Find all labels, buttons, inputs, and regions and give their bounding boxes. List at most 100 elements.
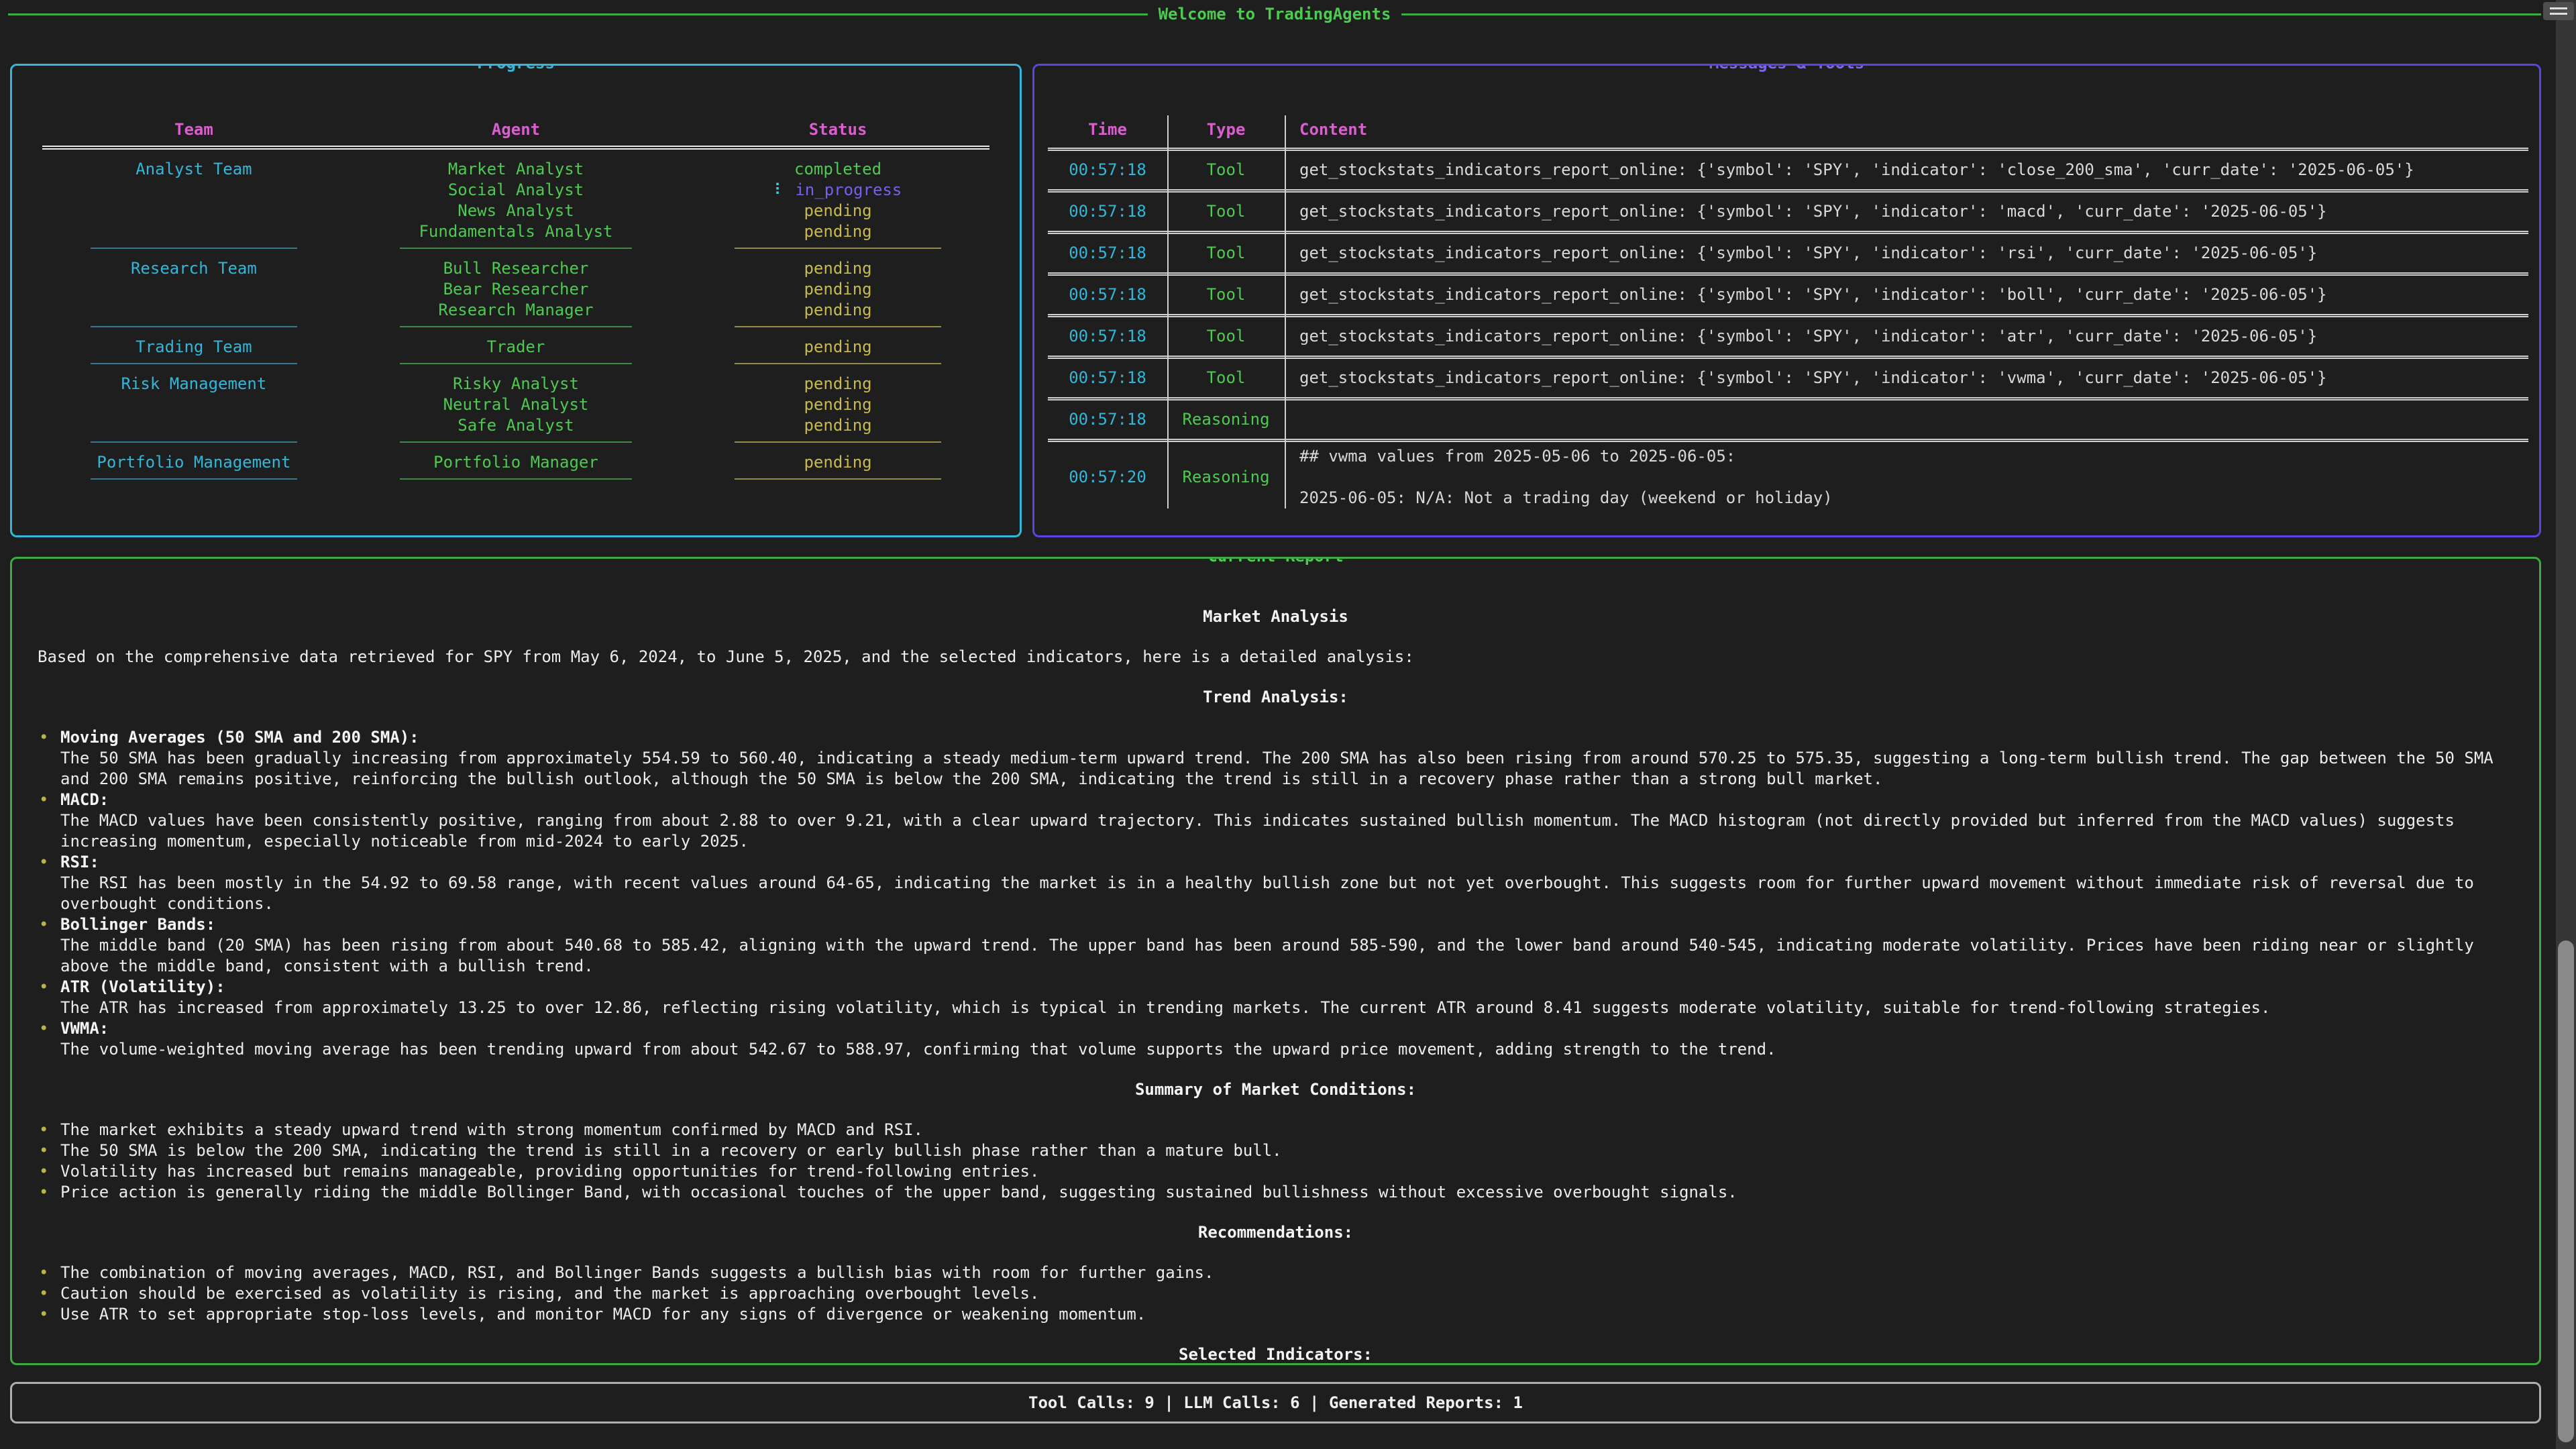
separator-line bbox=[91, 326, 297, 327]
report-bullet: •The 50 SMA is below the 200 SMA, indica… bbox=[38, 1140, 2514, 1161]
bullet-body: VWMA:The volume-weighted moving average … bbox=[60, 1018, 2514, 1060]
status-cell: pending bbox=[686, 452, 989, 473]
scrollbar-thumb[interactable] bbox=[2558, 941, 2574, 1442]
bullet-icon: • bbox=[38, 852, 60, 914]
status-cell: pending bbox=[686, 337, 989, 358]
bullet-text: Caution should be exercised as volatilit… bbox=[60, 1283, 2514, 1304]
message-row: 00:57:18Toolget_stockstats_indicators_re… bbox=[1048, 317, 2528, 356]
content-line: get_stockstats_indicators_report_online:… bbox=[1299, 243, 2528, 264]
agent-cell: Portfolio Manager bbox=[345, 452, 686, 473]
column-header-type: Type bbox=[1167, 119, 1285, 148]
type-cell: Tool bbox=[1167, 243, 1285, 264]
status-label: in_progress bbox=[795, 180, 902, 199]
agent-cell: Bear Researcher bbox=[345, 279, 686, 300]
bullet-text: Price action is generally riding the mid… bbox=[60, 1182, 2514, 1203]
progress-panel-title: Progress bbox=[468, 64, 564, 74]
message-row: 00:57:18Toolget_stockstats_indicators_re… bbox=[1048, 359, 2528, 397]
team-cell bbox=[42, 415, 345, 436]
progress-row: Risk ManagementRisky Analystpending bbox=[42, 374, 989, 394]
status-label: pending bbox=[804, 301, 871, 319]
bullet-body: The market exhibits a steady upward tren… bbox=[60, 1120, 2514, 1140]
messages-panel: Messages & Tools Time Type Content 00:57… bbox=[1032, 64, 2541, 537]
messages-panel-title: Messages & Tools bbox=[1700, 64, 1874, 74]
bullet-text: The 50 SMA is below the 200 SMA, indicat… bbox=[60, 1140, 2514, 1161]
message-row: 00:57:20Reasoning## vwma values from 202… bbox=[1048, 442, 2528, 513]
team-cell bbox=[42, 279, 345, 300]
bullet-text: Volatility has increased but remains man… bbox=[60, 1161, 2514, 1182]
team-cell: Trading Team bbox=[42, 337, 345, 358]
bullet-icon: • bbox=[38, 1304, 60, 1325]
bullet-icon: • bbox=[38, 1182, 60, 1203]
bullet-text: The market exhibits a steady upward tren… bbox=[60, 1120, 2514, 1140]
agent-cell: Risky Analyst bbox=[345, 374, 686, 394]
status-cell: completed bbox=[686, 159, 989, 180]
team-cell: Analyst Team bbox=[42, 159, 345, 180]
bullet-body: Bollinger Bands:The middle band (20 SMA)… bbox=[60, 914, 2514, 977]
separator-line bbox=[735, 478, 941, 480]
agent-cell: Research Manager bbox=[345, 300, 686, 321]
separator-line bbox=[400, 248, 632, 249]
message-row: 00:57:18Toolget_stockstats_indicators_re… bbox=[1048, 151, 2528, 189]
agent-cell: Fundamentals Analyst bbox=[345, 221, 686, 242]
agent-cell: Market Analyst bbox=[345, 159, 686, 180]
report-bullet: •Use ATR to set appropriate stop-loss le… bbox=[38, 1304, 2514, 1325]
content-line: get_stockstats_indicators_report_online:… bbox=[1299, 160, 2528, 180]
team-cell bbox=[42, 221, 345, 242]
type-cell: Tool bbox=[1167, 368, 1285, 388]
report-heading: Market Analysis bbox=[38, 606, 2514, 627]
status-cell: pending bbox=[686, 374, 989, 394]
status-label: pending bbox=[804, 374, 871, 393]
column-divider bbox=[1285, 115, 1286, 508]
bullet-text: The middle band (20 SMA) has been rising… bbox=[60, 935, 2514, 977]
report-heading: Recommendations: bbox=[38, 1222, 2514, 1243]
report-heading: Trend Analysis: bbox=[38, 687, 2514, 708]
bullet-text: The ATR has increased from approximately… bbox=[60, 998, 2514, 1018]
content-line: get_stockstats_indicators_report_online:… bbox=[1299, 201, 2528, 222]
column-divider bbox=[1167, 115, 1169, 508]
agent-cell: Neutral Analyst bbox=[345, 394, 686, 415]
report-bullet: •RSI:The RSI has been mostly in the 54.9… bbox=[38, 852, 2514, 914]
report-heading: Selected Indicators: bbox=[38, 1344, 2514, 1363]
bullet-title: Bollinger Bands: bbox=[60, 914, 2514, 935]
progress-table-header: Team Agent Status bbox=[42, 119, 989, 140]
content-line bbox=[1299, 409, 2528, 430]
report-bullet: •Moving Averages (50 SMA and 200 SMA):Th… bbox=[38, 727, 2514, 790]
stats-line: Tool Calls: 9 | LLM Calls: 6 | Generated… bbox=[1028, 1393, 1523, 1413]
report-bullet: •Bollinger Bands:The middle band (20 SMA… bbox=[38, 914, 2514, 977]
message-row: 00:57:18Reasoning bbox=[1048, 400, 2528, 439]
time-cell: 00:57:18 bbox=[1048, 284, 1167, 305]
progress-panel: Progress Team Agent Status Analyst TeamM… bbox=[10, 64, 1022, 537]
scrollbar-track[interactable] bbox=[2556, 0, 2576, 1449]
separator-line bbox=[735, 248, 941, 249]
status-cell: pending bbox=[686, 221, 989, 242]
progress-row: Bear Researcherpending bbox=[42, 279, 989, 300]
team-cell bbox=[42, 180, 345, 201]
time-cell: 00:57:20 bbox=[1048, 467, 1167, 488]
menu-icon[interactable] bbox=[2543, 2, 2574, 20]
time-cell: 00:57:18 bbox=[1048, 409, 1167, 430]
message-row: 00:57:18Toolget_stockstats_indicators_re… bbox=[1048, 193, 2528, 231]
status-label: pending bbox=[804, 395, 871, 414]
status-label: pending bbox=[804, 453, 871, 472]
agent-cell: Bull Researcher bbox=[345, 258, 686, 279]
progress-row: Fundamentals Analystpending bbox=[42, 221, 989, 242]
time-cell: 00:57:18 bbox=[1048, 368, 1167, 388]
column-header-time: Time bbox=[1048, 119, 1167, 148]
top-row: Progress Team Agent Status Analyst TeamM… bbox=[10, 64, 2541, 537]
messages-table-header: Time Type Content bbox=[1048, 119, 2528, 148]
status-cell: pending bbox=[686, 415, 989, 436]
content-line bbox=[1299, 467, 2528, 488]
content-cell: get_stockstats_indicators_report_online:… bbox=[1285, 326, 2528, 347]
agent-cell: Trader bbox=[345, 337, 686, 358]
report-paragraph: Based on the comprehensive data retrieve… bbox=[38, 647, 2514, 667]
bullet-icon: • bbox=[38, 914, 60, 977]
spinner-icon: ⠇ bbox=[774, 180, 786, 199]
separator-line bbox=[400, 478, 632, 480]
content-line: ## vwma values from 2025-05-06 to 2025-0… bbox=[1299, 446, 2528, 467]
team-cell bbox=[42, 394, 345, 415]
report-bullet: •MACD:The MACD values have been consiste… bbox=[38, 790, 2514, 852]
progress-row: Research TeamBull Researcherpending bbox=[42, 258, 989, 279]
bullet-icon: • bbox=[38, 727, 60, 790]
column-header-team: Team bbox=[42, 119, 345, 140]
type-cell: Tool bbox=[1167, 326, 1285, 347]
